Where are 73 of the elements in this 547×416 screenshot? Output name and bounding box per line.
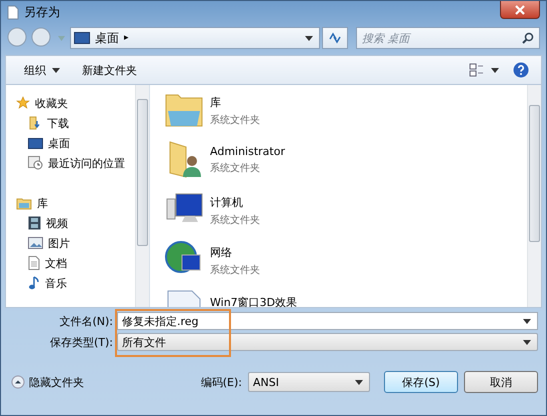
caret-icon bbox=[355, 380, 363, 384]
location-text: 桌面 bbox=[95, 30, 119, 46]
cancel-button[interactable]: 取消 bbox=[464, 371, 538, 393]
document-icon bbox=[7, 4, 19, 20]
close-icon bbox=[514, 4, 526, 14]
caret-icon[interactable] bbox=[491, 68, 499, 72]
sidebar-item[interactable]: 图片 bbox=[16, 233, 135, 253]
filename-field[interactable]: 修复未指定.reg bbox=[117, 312, 538, 330]
item-name: 库 bbox=[210, 95, 222, 110]
caret-icon[interactable] bbox=[305, 36, 313, 40]
sidebar-label: 库 bbox=[37, 196, 48, 210]
sidebar-item[interactable]: 音乐 bbox=[16, 273, 135, 293]
document-icon bbox=[28, 256, 40, 270]
filename-label: 文件名(N): bbox=[58, 314, 113, 328]
sidebar-label: 下载 bbox=[47, 116, 69, 130]
sidebar-item[interactable]: 文档 bbox=[16, 253, 135, 273]
collapse-icon bbox=[11, 375, 25, 389]
item-type: 系统文件夹 bbox=[210, 264, 260, 277]
music-note-icon bbox=[28, 276, 40, 290]
sidebar-label: 音乐 bbox=[45, 276, 67, 290]
sidebar-label: 最近访问的位置 bbox=[48, 156, 125, 170]
refresh-button[interactable] bbox=[322, 27, 348, 49]
item-type: 系统文件夹 bbox=[210, 162, 261, 175]
scrollbar[interactable] bbox=[135, 85, 149, 307]
encoding-dropdown[interactable]: ANSI bbox=[248, 372, 370, 392]
sidebar-label: 视频 bbox=[46, 216, 68, 230]
sidebar-label: 文档 bbox=[45, 256, 67, 270]
file-list-item[interactable]: 计算机 系统文件夹 bbox=[164, 189, 527, 233]
address-bar[interactable]: 桌面 ▸ bbox=[70, 27, 320, 49]
breadcrumb-arrow[interactable]: ▸ bbox=[124, 33, 129, 43]
recent-places-icon bbox=[28, 156, 43, 170]
sidebar-item[interactable]: 库 bbox=[16, 193, 135, 213]
sidebar-label: 桌面 bbox=[48, 136, 70, 150]
view-icon[interactable] bbox=[469, 63, 485, 77]
scrollbar[interactable] bbox=[527, 85, 541, 307]
file-list-item[interactable]: Administrator 系统文件夹 bbox=[164, 139, 527, 183]
sidebar-item[interactable]: 桌面 bbox=[16, 133, 135, 153]
search-field[interactable]: 搜索 桌面 bbox=[356, 27, 540, 49]
encoding-label: 编码(E): bbox=[200, 374, 242, 390]
refresh-icon bbox=[328, 32, 342, 44]
sidebar-item[interactable]: 收藏夹 bbox=[16, 93, 135, 113]
file-type-label: 保存类型(T): bbox=[48, 334, 113, 350]
picture-icon bbox=[28, 237, 43, 249]
search-icon bbox=[522, 32, 534, 44]
file-type-dropdown[interactable]: 所有文件 bbox=[117, 333, 538, 351]
desktop-icon bbox=[74, 32, 90, 44]
organize-button[interactable]: 组织 bbox=[20, 60, 64, 80]
caret-icon bbox=[523, 340, 531, 344]
new-folder-button[interactable]: 新建文件夹 bbox=[78, 60, 141, 80]
caret-icon bbox=[523, 318, 531, 324]
sidebar-item[interactable]: 下载 bbox=[16, 113, 135, 133]
help-icon[interactable] bbox=[513, 62, 529, 78]
folder-arrow-icon bbox=[30, 116, 40, 130]
file-list-item[interactable]: 库 系统文件夹 bbox=[164, 89, 527, 133]
item-name: 网络 bbox=[210, 245, 233, 260]
star-icon bbox=[16, 96, 30, 110]
file-list-item[interactable]: 网络 系统文件夹 bbox=[164, 239, 527, 283]
save-button[interactable]: 保存(S) bbox=[384, 371, 458, 393]
item-name: Administrator bbox=[210, 145, 285, 158]
item-type: 系统文件夹 bbox=[210, 214, 260, 227]
item-name: 计算机 bbox=[210, 195, 244, 210]
desktop-icon bbox=[28, 138, 43, 148]
library-folder-icon bbox=[16, 196, 32, 210]
window-title: 另存为 bbox=[24, 4, 60, 20]
close-button[interactable] bbox=[500, 1, 540, 19]
sidebar-item[interactable]: 最近访问的位置 bbox=[16, 153, 135, 173]
hide-folders-button[interactable]: 隐藏文件夹 bbox=[11, 374, 84, 390]
sidebar-item[interactable]: 视频 bbox=[16, 213, 135, 233]
caret-icon bbox=[52, 68, 60, 72]
item-type: 系统文件夹 bbox=[210, 114, 260, 127]
film-icon bbox=[28, 216, 41, 230]
sidebar-label: 图片 bbox=[48, 236, 70, 250]
sidebar-label: 收藏夹 bbox=[35, 96, 68, 110]
